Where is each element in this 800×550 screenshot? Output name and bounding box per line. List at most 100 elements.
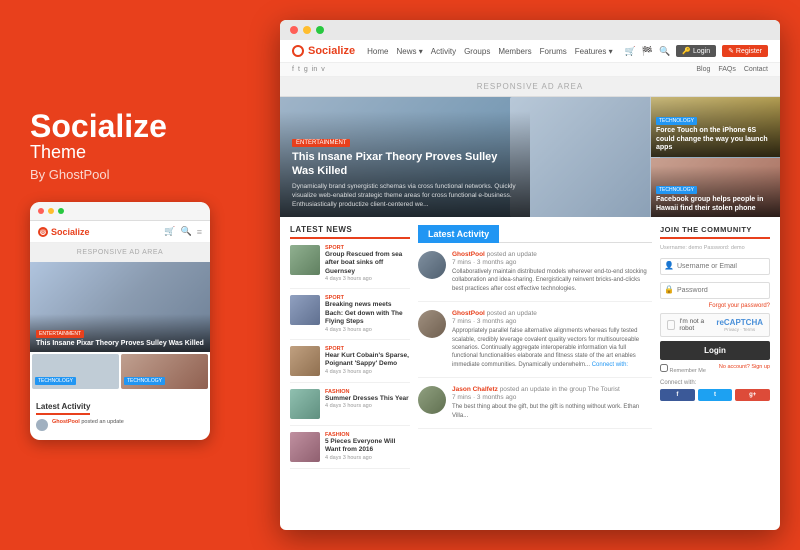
mobile-activity-item: GhostPool posted an update bbox=[36, 419, 204, 431]
hero-card-2-overlay: TECHNOLOGY Facebook group helps people i… bbox=[651, 166, 780, 217]
nav-activity[interactable]: Activity bbox=[431, 47, 456, 56]
news-date-4: 4 days 3 hours ago bbox=[325, 403, 409, 409]
site-logo-icon bbox=[292, 45, 304, 57]
news-date-2: 4 days 3 hours ago bbox=[325, 327, 410, 333]
news-item-4: FASHION Summer Dresses This Year 4 days … bbox=[290, 389, 410, 426]
nav-forums[interactable]: Forums bbox=[540, 47, 567, 56]
site-logo: Socialize bbox=[292, 45, 355, 57]
browser-dot-red bbox=[290, 26, 298, 34]
mobile-small-card-2-overlay: TECHNOLOGY bbox=[121, 367, 208, 389]
news-title-3[interactable]: Hear Kurt Cobain's Sparse, Poignant 'Sap… bbox=[325, 352, 410, 369]
remember-me-label: Remember Me bbox=[660, 364, 706, 374]
mobile-ad-area: RESPONSIVE AD AREA bbox=[30, 243, 210, 262]
hero-right-cards: TECHNOLOGY Force Touch on the iPhone 6S … bbox=[650, 97, 780, 217]
cart-icon[interactable]: 🛒 bbox=[625, 46, 636, 57]
site-nav: Home News ▾ Activity Groups Members Foru… bbox=[367, 47, 612, 56]
demo-credentials: Username: demo Password: demo bbox=[660, 245, 770, 251]
news-item-3: SPORT Hear Kurt Cobain's Sparse, Poignan… bbox=[290, 346, 410, 383]
news-title-5[interactable]: 5 Pieces Everyone Will Want from 2016 bbox=[325, 438, 410, 455]
nav-news[interactable]: News ▾ bbox=[396, 47, 422, 56]
user-icon: 👤 bbox=[665, 261, 673, 269]
mobile-icons: 🛒 🔍 ≡ bbox=[164, 226, 202, 237]
activity-time-3: 7 mins · 3 months ago bbox=[452, 394, 652, 401]
brand-subtitle: Theme bbox=[30, 142, 250, 163]
news-item-1: SPORT Group Rescued from sea after boat … bbox=[290, 245, 410, 289]
googleplus-icon[interactable]: g bbox=[304, 66, 308, 73]
instagram-icon[interactable]: in bbox=[312, 66, 317, 73]
browser-dot-green bbox=[316, 26, 324, 34]
nav-groups[interactable]: Groups bbox=[464, 47, 490, 56]
remember-me-checkbox[interactable] bbox=[660, 364, 668, 372]
news-info-1: SPORT Group Rescued from sea after boat … bbox=[325, 245, 410, 282]
search-icon-header[interactable]: 🔍 bbox=[659, 46, 670, 57]
mobile-activity-title: Latest Activity bbox=[36, 402, 90, 415]
googleplus-connect-button[interactable]: g+ bbox=[735, 389, 770, 401]
nav-home[interactable]: Home bbox=[367, 47, 388, 56]
mobile-logo: ◎ Socialize bbox=[38, 227, 90, 237]
faqs-link[interactable]: FAQs bbox=[718, 66, 736, 73]
news-thumb-3 bbox=[290, 346, 320, 376]
hero-title: This Insane Pixar Theory Proves Sulley W… bbox=[292, 150, 518, 179]
login-button[interactable]: 🔑 Login bbox=[676, 45, 716, 57]
search-icon[interactable]: 🔍 bbox=[181, 226, 192, 237]
mobile-small-card-1: TECHNOLOGY bbox=[32, 354, 119, 389]
contact-link[interactable]: Contact bbox=[744, 66, 768, 73]
login-submit-button[interactable]: Login bbox=[660, 341, 770, 360]
facebook-icon[interactable]: f bbox=[292, 66, 294, 73]
activity-body-2: GhostPool posted an update 7 mins · 3 mo… bbox=[452, 310, 652, 369]
news-title-2[interactable]: Breaking news meets Bach: Get down with … bbox=[325, 301, 410, 326]
news-title-1[interactable]: Group Rescued from sea after boat sinks … bbox=[325, 251, 410, 276]
mobile-tech-tag-2: TECHNOLOGY bbox=[124, 377, 165, 385]
username-field-wrapper: 👤 bbox=[660, 255, 770, 275]
hero-card-1: TECHNOLOGY Force Touch on the iPhone 6S … bbox=[650, 97, 780, 158]
mobile-small-card-2: TECHNOLOGY bbox=[121, 354, 208, 389]
latest-news-header: LATEST NEWS bbox=[290, 225, 410, 239]
left-panel: Socialize Theme By GhostPool ◎ Socialize… bbox=[20, 110, 250, 440]
forgot-password-link[interactable]: Forgot your password? bbox=[660, 303, 770, 309]
mobile-activity-section: Latest Activity GhostPool posted an upda… bbox=[30, 391, 210, 440]
facebook-connect-button[interactable]: f bbox=[660, 389, 695, 401]
mobile-top-bar bbox=[30, 202, 210, 221]
ad-area: RESPONSIVE AD AREA bbox=[280, 77, 780, 97]
captcha-checkbox[interactable] bbox=[667, 320, 675, 330]
register-button[interactable]: ✎ Register bbox=[722, 45, 768, 57]
captcha-box: I'm not a robot reCAPTCHA Privacy · Term… bbox=[660, 313, 770, 337]
nav-members[interactable]: Members bbox=[498, 47, 531, 56]
mobile-avatar bbox=[36, 419, 48, 431]
hero-card-1-tag: TECHNOLOGY bbox=[656, 117, 697, 125]
mobile-small-card-1-overlay: TECHNOLOGY bbox=[32, 367, 119, 389]
nav-features[interactable]: Features ▾ bbox=[575, 47, 613, 56]
twitter-icon[interactable]: t bbox=[298, 66, 300, 73]
flag-icon[interactable]: 🏁 bbox=[642, 46, 653, 57]
no-account-link[interactable]: No account? Sign up bbox=[719, 364, 770, 374]
twitter-connect-button[interactable]: t bbox=[698, 389, 733, 401]
password-input[interactable] bbox=[660, 282, 770, 299]
news-date-3: 4 days 3 hours ago bbox=[325, 369, 410, 375]
news-info-5: FASHION 5 Pieces Everyone Will Want from… bbox=[325, 432, 410, 462]
activity-meta-2: GhostPool posted an update 7 mins · 3 mo… bbox=[452, 310, 652, 325]
read-more-link[interactable]: Connect with: bbox=[592, 362, 628, 368]
browser-dot-yellow bbox=[303, 26, 311, 34]
menu-icon[interactable]: ≡ bbox=[197, 227, 202, 237]
hero-tag: ENTERTAINMENT bbox=[292, 139, 350, 147]
activity-meta-1: GhostPool posted an update 7 mins · 3 mo… bbox=[452, 251, 652, 266]
activity-item-3: Jason Chalfetz posted an update in the g… bbox=[418, 386, 652, 429]
activity-text-1: Collaboratively maintain distributed mod… bbox=[452, 268, 652, 293]
main-hero: ENTERTAINMENT This Insane Pixar Theory P… bbox=[280, 97, 780, 217]
secondary-nav: Blog FAQs Contact bbox=[696, 66, 768, 73]
news-title-4[interactable]: Summer Dresses This Year bbox=[325, 395, 409, 403]
activity-header: Latest Activity bbox=[418, 225, 652, 243]
social-connect-buttons: f t g+ bbox=[660, 389, 770, 401]
main-content: LATEST NEWS SPORT Group Rescued from sea… bbox=[280, 217, 780, 530]
activity-time-1: 7 mins · 3 months ago bbox=[452, 259, 652, 266]
hero-card-2: TECHNOLOGY Facebook group helps people i… bbox=[650, 158, 780, 218]
vimeo-icon[interactable]: v bbox=[321, 66, 325, 73]
activity-column: Latest Activity GhostPool posted an upda… bbox=[418, 225, 652, 530]
news-info-4: FASHION Summer Dresses This Year 4 days … bbox=[325, 389, 409, 419]
cart-icon[interactable]: 🛒 bbox=[164, 226, 175, 237]
login-options: Remember Me No account? Sign up bbox=[660, 364, 770, 374]
community-header: JOIN THE COMMUNITY bbox=[660, 225, 770, 239]
blog-link[interactable]: Blog bbox=[696, 66, 710, 73]
news-info-2: SPORT Breaking news meets Bach: Get down… bbox=[325, 295, 410, 332]
username-input[interactable] bbox=[660, 258, 770, 275]
